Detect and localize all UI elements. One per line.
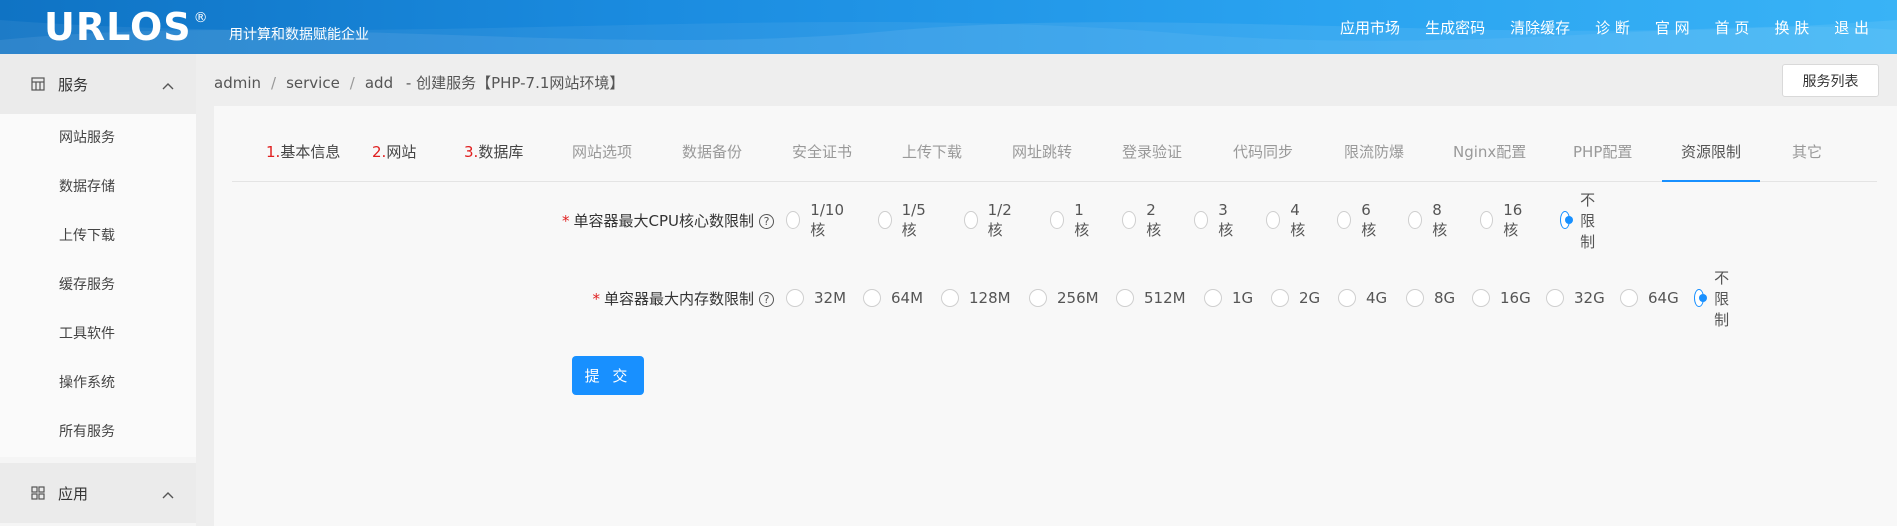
tab-ssl-cert[interactable]: 安全证书 <box>792 132 852 182</box>
tab-code-sync[interactable]: 代码同步 <box>1233 132 1293 182</box>
tagline: 用计算和数据赋能企业 <box>229 27 369 43</box>
main-panel: 1.基本信息 2.网站 3.数据库 网站选项 数据备份 安全证书 上传下载 网址… <box>214 106 1897 526</box>
logo[interactable]: URLOS ® <box>44 4 208 50</box>
tab-bar: 1.基本信息 2.网站 3.数据库 网站选项 数据备份 安全证书 上传下载 网址… <box>232 132 1877 182</box>
tab-login-auth[interactable]: 登录验证 <box>1122 132 1182 182</box>
cpu-limit-label: * 单容器最大CPU核心数限制? <box>356 210 774 231</box>
sidebar-item-tools[interactable]: 工具软件 <box>0 310 196 359</box>
nav-clear-cache[interactable]: 清除缓存 <box>1510 17 1570 38</box>
tab-resource-limit[interactable]: 资源限制 <box>1662 132 1761 182</box>
sidebar-group-service[interactable]: 服务 <box>0 54 196 114</box>
tab-nginx-config[interactable]: Nginx配置 <box>1453 132 1526 182</box>
cpu-option-16[interactable]: 16核 <box>1480 201 1527 240</box>
sidebar-service-items: 网站服务 数据存储 上传下载 缓存服务 工具软件 操作系统 所有服务 <box>0 114 196 457</box>
tab-data-backup[interactable]: 数据备份 <box>682 132 742 182</box>
cpu-option-unlimited[interactable]: 不限制 <box>1560 189 1603 252</box>
cpu-option-1-5[interactable]: 1/5核 <box>878 201 930 240</box>
memory-option-64g[interactable]: 64G <box>1620 289 1679 307</box>
sidebar-group-apps[interactable]: 应用 <box>0 463 196 523</box>
tab-php-config[interactable]: PHP配置 <box>1573 132 1632 182</box>
sidebar-group-label: 应用 <box>58 484 89 503</box>
nav-generate-password[interactable]: 生成密码 <box>1425 17 1485 38</box>
logo-registered-mark: ® <box>193 10 208 26</box>
cpu-option-1-2[interactable]: 1/2核 <box>964 201 1016 240</box>
submit-button[interactable]: 提 交 <box>572 356 644 395</box>
sidebar-item-cache-service[interactable]: 缓存服务 <box>0 261 196 310</box>
nav-home[interactable]: 首 页 <box>1715 17 1750 38</box>
cpu-option-3[interactable]: 3核 <box>1194 201 1237 240</box>
memory-option-unlimited[interactable]: 不限制 <box>1694 267 1737 330</box>
memory-option-2g[interactable]: 2G <box>1271 289 1320 307</box>
tab-website[interactable]: 2.网站 <box>372 132 416 182</box>
cpu-option-4[interactable]: 4核 <box>1266 201 1309 240</box>
cpu-option-8[interactable]: 8核 <box>1408 201 1451 240</box>
apps-grid-icon <box>30 485 46 501</box>
sidebar-item-os[interactable]: 操作系统 <box>0 359 196 408</box>
memory-option-32m[interactable]: 32M <box>786 289 846 307</box>
breadcrumb: admin / service / add - 创建服务【PHP-7.1网站环境】 <box>214 74 625 92</box>
memory-option-512m[interactable]: 512M <box>1116 289 1186 307</box>
page-title: - 创建服务【PHP-7.1网站环境】 <box>405 74 625 92</box>
breadcrumb-service[interactable]: service <box>286 74 340 92</box>
memory-option-128m[interactable]: 128M <box>941 289 1011 307</box>
server-icon <box>30 76 46 92</box>
logo-text: URLOS <box>44 5 192 49</box>
memory-option-1g[interactable]: 1G <box>1204 289 1253 307</box>
sidebar-group-label: 服务 <box>58 75 89 94</box>
help-icon[interactable]: ? <box>759 214 774 229</box>
nav-logout[interactable]: 退 出 <box>1834 17 1869 38</box>
tab-basic-info[interactable]: 1.基本信息 <box>266 132 340 182</box>
sidebar: 服务 网站服务 数据存储 上传下载 缓存服务 工具软件 操作系统 所有服务 应用 <box>0 54 196 526</box>
sidebar-item-data-storage[interactable]: 数据存储 <box>0 163 196 212</box>
memory-option-16g[interactable]: 16G <box>1472 289 1531 307</box>
tab-other[interactable]: 其它 <box>1792 132 1822 182</box>
cpu-option-6[interactable]: 6核 <box>1337 201 1380 240</box>
sidebar-item-website-service[interactable]: 网站服务 <box>0 114 196 163</box>
memory-option-8g[interactable]: 8G <box>1406 289 1455 307</box>
tab-website-options[interactable]: 网站选项 <box>572 132 632 182</box>
chevron-up-icon <box>162 76 174 94</box>
nav-app-market[interactable]: 应用市场 <box>1340 17 1400 38</box>
breadcrumb-admin[interactable]: admin <box>214 74 261 92</box>
breadcrumb-add: add <box>364 74 394 92</box>
cpu-option-2[interactable]: 2核 <box>1122 201 1165 240</box>
top-nav: 应用市场 生成密码 清除缓存 诊 断 官 网 首 页 换 肤 退 出 <box>1315 0 1869 54</box>
help-icon[interactable]: ? <box>759 292 774 307</box>
cpu-option-1-10[interactable]: 1/10核 <box>786 201 848 240</box>
nav-diagnose[interactable]: 诊 断 <box>1595 17 1630 38</box>
memory-option-256m[interactable]: 256M <box>1029 289 1099 307</box>
top-header: URLOS ® 用计算和数据赋能企业 应用市场 生成密码 清除缓存 诊 断 官 … <box>0 0 1897 54</box>
service-list-button[interactable]: 服务列表 <box>1782 64 1879 97</box>
tab-database[interactable]: 3.数据库 <box>464 132 523 182</box>
cpu-option-1[interactable]: 1核 <box>1050 201 1093 240</box>
tab-rate-limit[interactable]: 限流防爆 <box>1344 132 1404 182</box>
memory-option-4g[interactable]: 4G <box>1338 289 1387 307</box>
nav-official-site[interactable]: 官 网 <box>1655 17 1690 38</box>
memory-limit-label: * 单容器最大内存数限制? <box>356 288 774 309</box>
tab-upload-download[interactable]: 上传下载 <box>902 132 962 182</box>
chevron-up-icon <box>162 485 174 503</box>
tab-url-redirect[interactable]: 网址跳转 <box>1012 132 1072 182</box>
nav-change-skin[interactable]: 换 肤 <box>1774 17 1809 38</box>
sidebar-item-all-services[interactable]: 所有服务 <box>0 408 196 457</box>
memory-option-32g[interactable]: 32G <box>1546 289 1605 307</box>
sidebar-item-upload-download[interactable]: 上传下载 <box>0 212 196 261</box>
memory-option-64m[interactable]: 64M <box>863 289 923 307</box>
